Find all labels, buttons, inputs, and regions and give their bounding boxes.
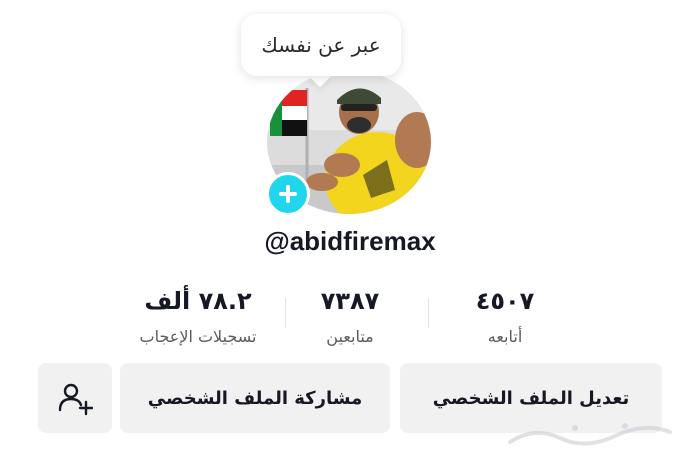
likes-label: تسجيلات الإعجاب [139,327,257,346]
following-count: ٤٥٠٧ [475,287,535,315]
bio-prompt-bubble[interactable]: عبر عن نفسك [241,14,401,76]
bio-prompt-text: عبر عن نفسك [261,33,381,57]
share-profile-button[interactable]: مشاركة الملف الشخصي [120,363,390,433]
add-user-icon [58,383,93,416]
plus-icon [279,185,297,203]
watermark-logo [505,418,675,459]
add-friend-button[interactable] [38,363,112,433]
edit-profile-label: تعديل الملف الشخصي [432,387,630,409]
stats-divider [428,298,429,328]
following-label: أتابعه [487,327,523,346]
share-profile-label: مشاركة الملف الشخصي [147,387,363,409]
likes-stat[interactable]: ٧٨.٢ ألف تسجيلات الإعجاب [118,286,278,348]
followers-label: متابعين [326,327,374,346]
followers-stat[interactable]: ٧٣٨٧ متابعين [285,286,415,348]
followers-count: ٧٣٨٧ [320,287,380,315]
following-stat[interactable]: ٤٥٠٧ أتابعه [440,286,570,348]
username: @abidfiremax [264,226,436,256]
likes-count: ٧٨.٢ ألف [144,287,252,315]
add-avatar-button[interactable] [266,172,310,216]
